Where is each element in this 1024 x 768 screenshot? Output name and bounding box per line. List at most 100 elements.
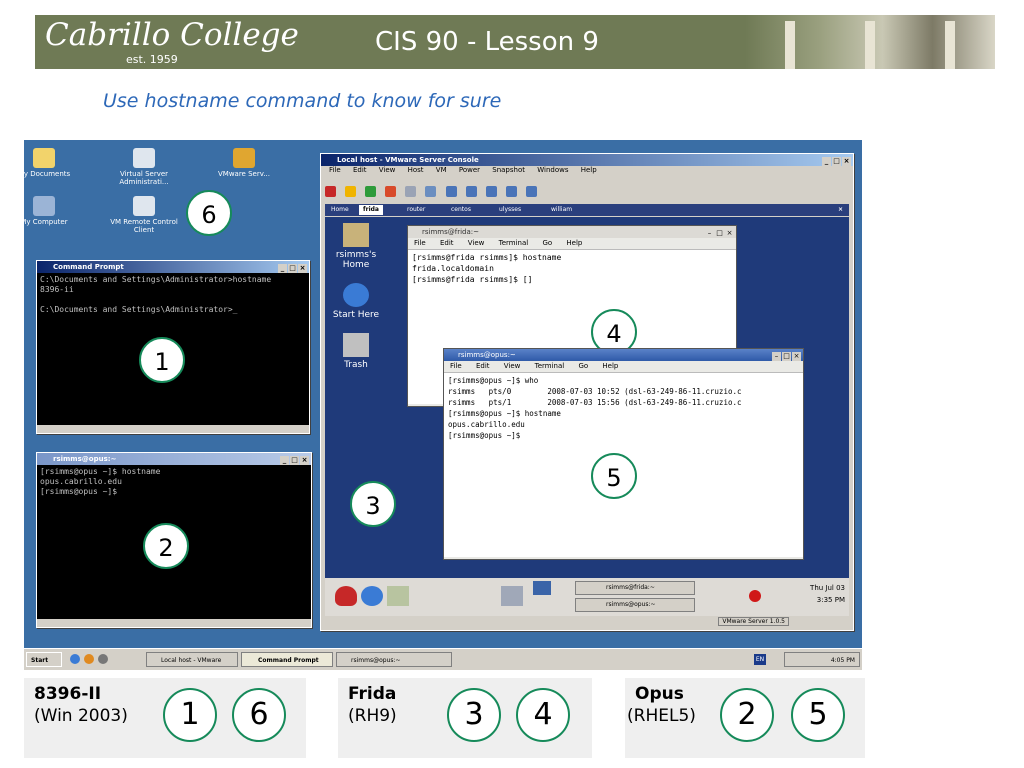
legend-frida: Frida (RH9) 3 4 xyxy=(338,678,592,758)
stop-icon[interactable] xyxy=(325,186,336,197)
maximize-icon[interactable]: □ xyxy=(782,352,791,361)
update-alert-icon[interactable] xyxy=(749,590,761,602)
menu-edit[interactable]: Edit xyxy=(440,239,454,247)
menu-help[interactable]: Help xyxy=(581,166,597,174)
menu-windows[interactable]: Windows xyxy=(537,166,568,174)
menu-file[interactable]: File xyxy=(329,166,341,174)
desktop-icon-my-documents[interactable]: My Documents xyxy=(24,148,84,178)
close-icon[interactable]: × xyxy=(298,264,307,273)
page-title: CIS 90 - Lesson 9 xyxy=(375,27,599,57)
panel-task-frida[interactable]: rsimms@frida:~ xyxy=(575,581,695,595)
close-icon[interactable]: × xyxy=(300,456,309,465)
menu-file[interactable]: File xyxy=(450,362,462,370)
quicklaunch-desktop-icon[interactable] xyxy=(98,654,108,664)
opus-terminal-window[interactable]: rsimms@opus:~ – □ × File Edit View Termina… xyxy=(443,348,804,560)
minimize-icon[interactable]: – xyxy=(772,352,781,361)
minimize-icon[interactable]: _ xyxy=(822,157,831,166)
desktop-icon-vm-remote[interactable]: VM Remote Control Client xyxy=(104,196,184,234)
tab-home[interactable]: Home xyxy=(327,205,353,215)
console-icon[interactable] xyxy=(505,186,517,197)
minimize-icon[interactable]: _ xyxy=(278,264,287,273)
tab-william[interactable]: william xyxy=(547,205,576,215)
start-here-icon xyxy=(343,283,369,307)
close-icon[interactable]: × xyxy=(792,352,801,361)
snapshot-icon[interactable] xyxy=(405,186,417,197)
tab-centos[interactable]: centos xyxy=(447,205,475,215)
language-indicator[interactable]: EN xyxy=(754,654,766,665)
taskbar-item-vmware[interactable]: Local host - VMware Ser... xyxy=(146,652,238,667)
menu-power[interactable]: Power xyxy=(459,166,480,174)
minimize-icon[interactable]: – xyxy=(705,229,714,238)
menu-view[interactable]: View xyxy=(504,362,521,370)
badge-5: 5 xyxy=(591,453,637,499)
badge-2: 2 xyxy=(143,523,189,569)
menu-terminal[interactable]: Terminal xyxy=(499,239,529,247)
maximize-icon[interactable]: □ xyxy=(288,264,297,273)
legend-8396-ii: 8396-II (Win 2003) 1 6 xyxy=(24,678,306,758)
vmware-console-window[interactable]: Local host - VMware Server Console _ □ × F… xyxy=(320,153,854,631)
reset-icon[interactable] xyxy=(385,186,397,197)
menu-go[interactable]: Go xyxy=(542,239,552,247)
tab-router[interactable]: router xyxy=(403,205,429,215)
menu-go[interactable]: Go xyxy=(578,362,588,370)
cmd-titlebar[interactable]: Command Prompt _ □ × xyxy=(37,261,309,273)
desktop-icon-my-computer[interactable]: My Computer xyxy=(24,196,84,226)
guest-icon-trash[interactable]: Trash xyxy=(328,333,384,370)
appliance-icon[interactable] xyxy=(525,186,537,197)
maximize-icon[interactable]: □ xyxy=(715,229,724,238)
guest-icon-start-here[interactable]: Start Here xyxy=(328,283,384,320)
browser-icon[interactable] xyxy=(361,586,383,606)
summary-icon[interactable] xyxy=(485,186,497,197)
minimize-icon[interactable]: _ xyxy=(280,456,289,465)
legend-name: Opus xyxy=(635,684,684,704)
menu-edit[interactable]: Edit xyxy=(353,166,367,174)
desktop-icon-virtual-server[interactable]: Virtual Server Administrati... xyxy=(104,148,184,186)
tab-frida[interactable]: frida xyxy=(359,205,383,215)
maximize-icon[interactable]: □ xyxy=(832,157,841,166)
guest-icon-home[interactable]: rsimms's Home xyxy=(328,223,384,270)
mail-icon[interactable] xyxy=(387,586,409,606)
legend-badge: 3 xyxy=(447,688,501,742)
maximize-icon[interactable]: □ xyxy=(290,456,299,465)
menu-snapshot[interactable]: Snapshot xyxy=(492,166,525,174)
menu-help[interactable]: Help xyxy=(602,362,618,370)
menu-view[interactable]: View xyxy=(468,239,485,247)
tab-ulysses[interactable]: ulysses xyxy=(495,205,525,215)
legend-os: (RHEL5) xyxy=(627,706,696,726)
revert-icon[interactable] xyxy=(425,186,437,197)
taskbar-item-putty[interactable]: rsimms@opus:~ xyxy=(336,652,452,667)
taskbar-item-cmd[interactable]: Command Prompt xyxy=(241,652,333,667)
quicklaunch-ie-icon[interactable] xyxy=(70,654,80,664)
pause-icon[interactable] xyxy=(345,186,357,197)
menu-host[interactable]: Host xyxy=(408,166,424,174)
window-controls: _ □ × xyxy=(821,155,851,167)
window-controls: _ □ × xyxy=(277,262,307,274)
panel-task-opus[interactable]: rsimms@opus:~ xyxy=(575,598,695,612)
close-icon[interactable]: × xyxy=(725,229,734,238)
redhat-menu-icon[interactable] xyxy=(335,586,357,606)
window-title: Command Prompt xyxy=(53,263,124,271)
printer-icon[interactable] xyxy=(501,586,523,606)
putty-titlebar[interactable]: rsimms@opus:~ _ □ × xyxy=(37,453,311,465)
tray-clock: 4:05 PM xyxy=(784,652,860,667)
close-icon[interactable]: × xyxy=(842,157,851,166)
legend-name: Frida xyxy=(348,684,397,704)
logo-est: est. 1959 xyxy=(126,53,178,66)
play-icon[interactable] xyxy=(365,186,377,197)
menu-help[interactable]: Help xyxy=(566,239,582,247)
close-tab-icon[interactable]: × xyxy=(834,205,847,215)
menu-vm[interactable]: VM xyxy=(436,166,447,174)
quicklaunch-firefox-icon[interactable] xyxy=(84,654,94,664)
quickswitch-icon[interactable] xyxy=(465,186,477,197)
desktop-icon-vmware[interactable]: VMware Serv... xyxy=(204,148,284,178)
fullscreen-icon[interactable] xyxy=(445,186,457,197)
menu-terminal[interactable]: Terminal xyxy=(535,362,565,370)
menu-file[interactable]: File xyxy=(414,239,426,247)
workspace-icon[interactable] xyxy=(533,581,551,595)
menu-edit[interactable]: Edit xyxy=(476,362,490,370)
opus-terminal-titlebar[interactable]: rsimms@opus:~ – □ × xyxy=(444,349,803,361)
menu-view[interactable]: View xyxy=(379,166,396,174)
start-button[interactable]: Start xyxy=(26,652,62,667)
vmware-titlebar[interactable]: Local host - VMware Server Console _ □ × xyxy=(321,154,853,166)
frida-terminal-titlebar[interactable]: rsimms@frida:~ – □ × xyxy=(408,226,736,238)
